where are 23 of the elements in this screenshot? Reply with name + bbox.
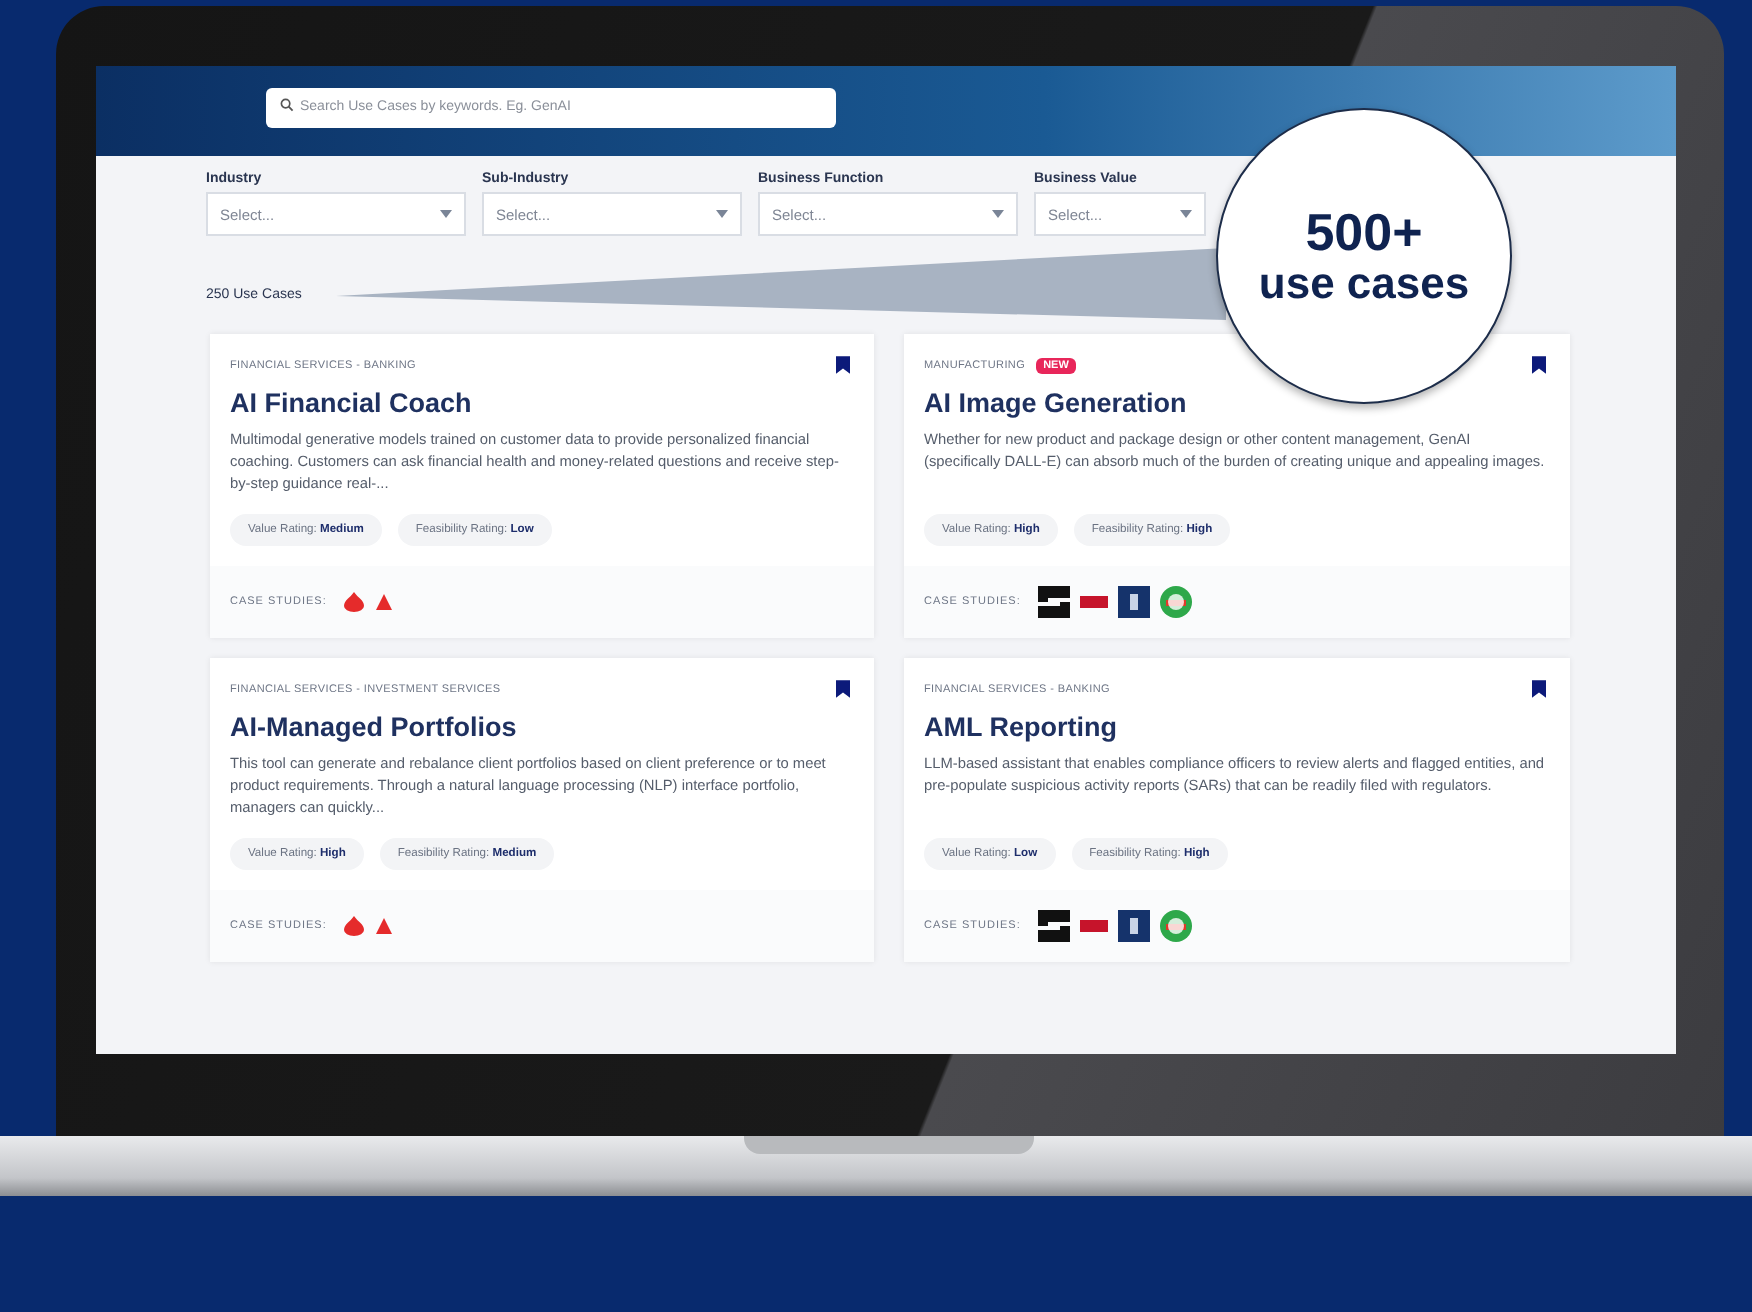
card-title: AI-Managed Portfolios [230, 712, 519, 742]
logo-icon[interactable] [1038, 910, 1071, 942]
caret-icon [1180, 210, 1192, 218]
caret-icon [440, 210, 452, 218]
search-icon [280, 98, 294, 112]
use-case-card[interactable] [210, 334, 874, 638]
card-title: AI Image Generation [924, 388, 1189, 418]
caret-icon [992, 210, 1004, 218]
bookmark-icon[interactable] [836, 356, 850, 374]
bookmark-icon[interactable] [1532, 680, 1546, 698]
card-title: AML Reporting [924, 712, 1119, 742]
logo-icon[interactable] [1118, 910, 1151, 942]
callout-text: use cases [1258, 260, 1470, 307]
logo-icon[interactable] [1118, 586, 1151, 618]
bookmark-icon[interactable] [1532, 356, 1546, 374]
card-title: AI Financial Coach [230, 388, 474, 418]
logo-icon[interactable] [1038, 586, 1071, 618]
use-case-card[interactable] [210, 658, 874, 962]
caret-icon [716, 210, 728, 218]
bookmark-icon[interactable] [836, 680, 850, 698]
callout-number: 500+ [1305, 205, 1423, 261]
use-case-card[interactable] [904, 658, 1570, 962]
use-case-card[interactable] [904, 334, 1570, 638]
